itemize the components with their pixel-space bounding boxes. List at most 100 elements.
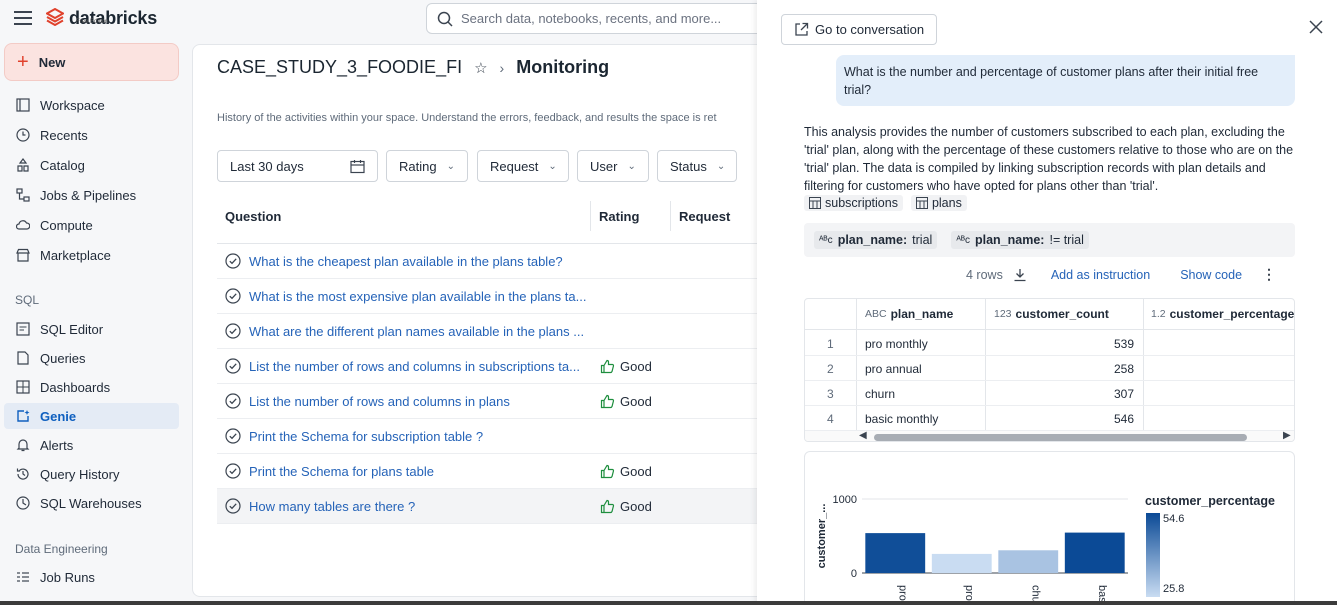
sidebar-item-sql-editor[interactable]: SQL Editor: [4, 316, 179, 342]
close-icon[interactable]: [1308, 19, 1324, 35]
question-cell[interactable]: Print the Schema for plans table: [225, 463, 434, 479]
customer-count-cell: 307: [1113, 387, 1134, 401]
bar-chart: 1000 0 customer_...pro pro chu bas customer_pe…: [816, 494, 1275, 602]
table-row[interactable]: What is the cheapest plan available in t…: [217, 244, 773, 279]
bar: [998, 550, 1059, 573]
column-divider[interactable]: [670, 201, 671, 231]
filter-chip-value: trial: [912, 233, 933, 247]
taskbar-edge: [0, 601, 1337, 605]
kebab-menu-icon[interactable]: ⋮: [1262, 266, 1276, 283]
rating-filter[interactable]: Rating ⌄: [386, 150, 468, 182]
sidebar-item-label: Query History: [40, 466, 120, 482]
row-index: 4: [827, 412, 834, 426]
column-divider[interactable]: [590, 201, 591, 231]
sidebar-item-marketplace[interactable]: Marketplace: [4, 242, 179, 268]
rating-cell: Good: [600, 394, 652, 409]
table-row[interactable]: How many tables are there ? Good: [217, 489, 773, 524]
scroll-left-icon[interactable]: ◀: [859, 430, 867, 441]
question-cell[interactable]: Print the Schema for subscription table …: [225, 428, 483, 444]
sidebar: + New Workspace Recents Catalog Jobs & P…: [0, 38, 190, 605]
check-circle-icon: [225, 428, 241, 444]
table-row[interactable]: List the number of rows and columns in s…: [217, 349, 773, 384]
question-cell[interactable]: List the number of rows and columns in p…: [225, 393, 510, 409]
y-tick-label: 1000: [833, 494, 857, 506]
rating-value: Good: [620, 358, 652, 374]
space-name[interactable]: CASE_STUDY_3_FOODIE_FI: [217, 57, 462, 78]
sidebar-section-data-engineering: Data Engineering: [15, 542, 108, 556]
question-cell[interactable]: List the number of rows and columns in s…: [225, 358, 580, 374]
column-header-request[interactable]: Request: [679, 209, 730, 224]
result-row[interactable]: 4 basic monthly 546: [805, 406, 1294, 431]
row-index: 1: [827, 337, 834, 351]
plan-name-cell: churn: [865, 387, 896, 401]
question-cell[interactable]: What is the most expensive plan availabl…: [225, 288, 586, 304]
download-icon[interactable]: [1013, 268, 1027, 282]
user-filter[interactable]: User ⌄: [577, 150, 649, 182]
add-as-instruction-link[interactable]: Add as instruction: [1051, 268, 1150, 282]
sidebar-item-alerts[interactable]: Alerts: [4, 432, 179, 458]
global-search[interactable]: Search data, notebooks, recents, and mor…: [426, 3, 766, 34]
question-cell[interactable]: What are the different plan names availa…: [225, 323, 584, 339]
search-icon: [437, 11, 453, 27]
question-cell[interactable]: How many tables are there ?: [225, 498, 415, 514]
workspace-icon: [16, 98, 30, 112]
filter-chip[interactable]: ᴬᴮc plan_name: trial: [814, 231, 938, 249]
plan-name-cell: basic monthly: [865, 412, 939, 426]
star-icon[interactable]: ☆: [474, 59, 487, 77]
new-button[interactable]: + New: [4, 43, 179, 81]
result-row[interactable]: 3 churn 307: [805, 381, 1294, 406]
sidebar-item-sql-warehouses[interactable]: SQL Warehouses: [4, 490, 179, 516]
thumbs-up-icon: [600, 464, 615, 478]
table-chip-subscriptions[interactable]: subscriptions: [804, 195, 903, 211]
filter-chip-key: plan_name:: [975, 233, 1045, 247]
table-chip-plans[interactable]: plans: [910, 195, 967, 211]
scrollbar-thumb[interactable]: [874, 434, 1247, 441]
filter-chip[interactable]: ᴬᴮc plan_name: != trial: [951, 231, 1089, 249]
warehouse-icon: [16, 496, 30, 510]
column-header-rating[interactable]: Rating: [599, 209, 639, 224]
question-text: List the number of rows and columns in p…: [249, 393, 510, 409]
result-row[interactable]: 2 pro annual 258: [805, 356, 1294, 381]
sidebar-item-label: SQL Editor: [40, 321, 104, 337]
menu-icon[interactable]: [14, 10, 32, 26]
sidebar-item-job-runs[interactable]: Job Runs: [4, 564, 179, 590]
sidebar-item-genie[interactable]: Genie: [4, 403, 179, 429]
result-row[interactable]: 1 pro monthly 539: [805, 331, 1294, 356]
sidebar-item-queries[interactable]: Queries: [4, 345, 179, 371]
sidebar-item-catalog[interactable]: Catalog: [4, 152, 179, 178]
go-to-conversation-button[interactable]: Go to conversation: [781, 14, 937, 45]
sidebar-item-compute[interactable]: Compute: [4, 212, 179, 238]
applied-filters: ᴬᴮc plan_name: trial ᴬᴮc plan_name: != t…: [804, 223, 1295, 257]
bar: [1064, 532, 1125, 573]
chevron-right-icon: ›: [499, 59, 505, 76]
job-runs-icon: [17, 572, 29, 582]
horizontal-scrollbar[interactable]: ◀ ▶: [805, 430, 1294, 441]
column-header-plan-name[interactable]: ABC plan_name: [865, 307, 953, 321]
sidebar-item-jobs[interactable]: Jobs & Pipelines: [4, 182, 179, 208]
question-cell[interactable]: What is the cheapest plan available in t…: [225, 253, 563, 269]
status-filter[interactable]: Status ⌄: [657, 150, 737, 182]
column-header-question[interactable]: Question: [225, 209, 281, 224]
row-count: 4 rows: [966, 268, 1027, 282]
date-range-filter[interactable]: Last 30 days: [217, 150, 378, 182]
scroll-right-icon[interactable]: ▶: [1283, 430, 1291, 441]
sidebar-item-query-history[interactable]: Query History: [4, 461, 179, 487]
sidebar-item-dashboards[interactable]: Dashboards: [4, 374, 179, 400]
table-row[interactable]: Print the Schema for subscription table …: [217, 419, 773, 454]
request-filter[interactable]: Request ⌄: [477, 150, 569, 182]
table-row[interactable]: Print the Schema for plans table Good: [217, 454, 773, 489]
table-row[interactable]: List the number of rows and columns in p…: [217, 384, 773, 419]
x-tick-label: pro: [896, 585, 908, 601]
dashboard-icon: [16, 380, 30, 394]
check-circle-icon: [225, 323, 241, 339]
table-row[interactable]: What are the different plan names availa…: [217, 314, 773, 349]
column-header-customer-count[interactable]: 123 customer_count: [994, 307, 1109, 321]
show-code-link[interactable]: Show code: [1180, 268, 1242, 282]
chart-card: 1000 0 customer_... pro pro chu bas customer_pe…: [804, 451, 1295, 605]
column-header-customer-percentage[interactable]: 1.2 customer_percentage: [1151, 307, 1294, 321]
table-row[interactable]: What is the most expensive plan availabl…: [217, 279, 773, 314]
customer-count-cell: 539: [1113, 337, 1134, 351]
sidebar-item-workspace[interactable]: Workspace: [4, 92, 179, 118]
sidebar-item-recents[interactable]: Recents: [4, 122, 179, 148]
column-name: customer_percentage: [1169, 307, 1295, 321]
